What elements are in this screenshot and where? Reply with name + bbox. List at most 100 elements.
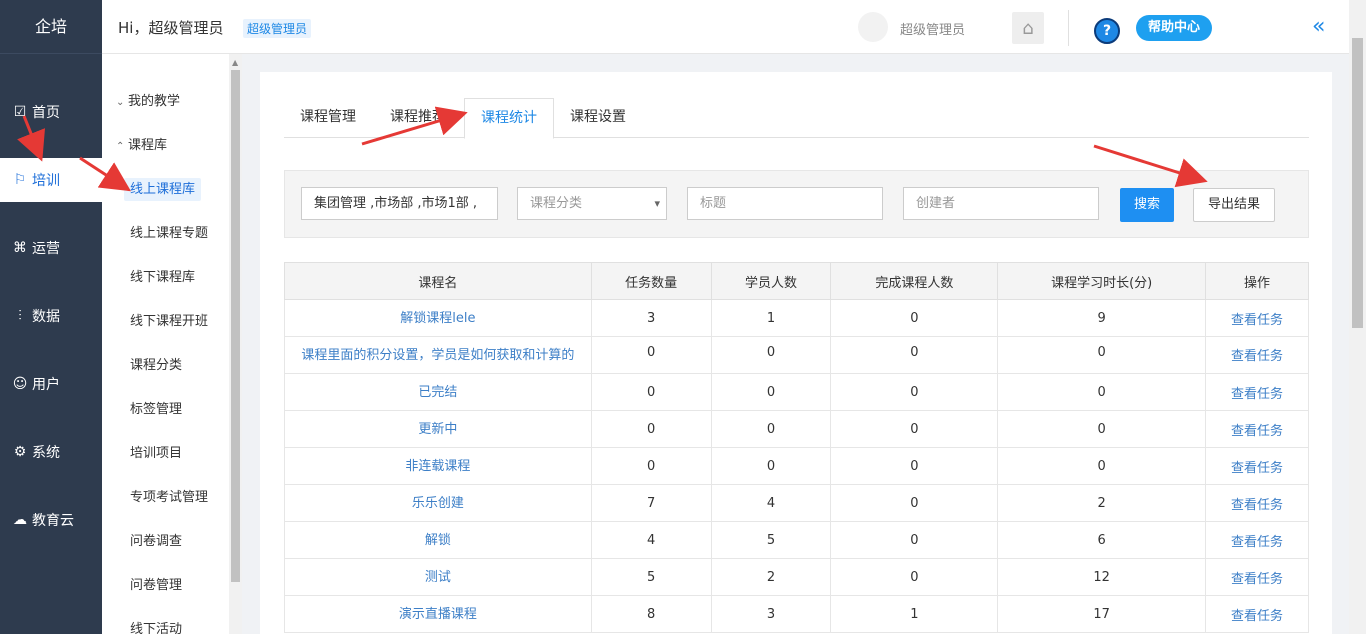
- page-scrollbar-thumb[interactable]: [1352, 38, 1363, 328]
- operations-icon: ⌘: [13, 240, 27, 256]
- view-tasks-link[interactable]: 查看任务: [1205, 373, 1309, 411]
- subnav-item-online-course-library[interactable]: 线上课程库: [102, 178, 232, 201]
- training-icon: ⚐: [13, 172, 27, 188]
- greeting-text: Hi，超级管理员: [118, 19, 224, 37]
- organization-select[interactable]: 集团管理 ,市场部 ,市场1部 ,: [301, 187, 498, 220]
- subnav-item-exam-management[interactable]: 专项考试管理: [102, 486, 232, 505]
- subnav-item-online-topics[interactable]: 线上课程专题: [102, 222, 232, 241]
- student-count-cell: 0: [710, 373, 832, 411]
- nav-item-label: 用户: [32, 377, 60, 393]
- chevron-down-icon: ⌄: [116, 97, 125, 108]
- course-name-link[interactable]: 非连载课程: [284, 447, 592, 485]
- task-count-cell: 5: [590, 558, 712, 596]
- table-row: 演示直播课程 8 3 1 17 查看任务: [284, 595, 1309, 633]
- study-minutes-cell: 0: [997, 447, 1207, 485]
- nav-item-home[interactable]: ☑ 首页: [0, 90, 102, 134]
- nav-item-operations[interactable]: ⌘ 运营: [0, 226, 102, 270]
- course-name-link[interactable]: 更新中: [284, 410, 592, 448]
- filter-bar: 集团管理 ,市场部 ,市场1部 , 课程分类 标题 创建者 搜索 导出结果: [284, 170, 1309, 238]
- subnav-item-training-projects[interactable]: 培训项目: [102, 442, 232, 461]
- main-content: 课程管理 课程推荐 课程统计 课程设置 集团管理 ,市场部 ,市场1部 , 课程…: [260, 72, 1332, 634]
- subnav-item-survey[interactable]: 问卷调查: [102, 530, 232, 549]
- course-name-link[interactable]: 测试: [284, 558, 592, 596]
- avatar[interactable]: [858, 12, 888, 42]
- view-tasks-link[interactable]: 查看任务: [1205, 484, 1309, 522]
- view-tasks-link[interactable]: 查看任务: [1205, 336, 1309, 374]
- home-button[interactable]: ⌂: [1012, 12, 1044, 44]
- task-count-cell: 7: [590, 484, 712, 522]
- subnav-item-offline-classes[interactable]: 线下课程开班: [102, 310, 232, 329]
- subnav-scrollbar-thumb[interactable]: [231, 70, 240, 582]
- view-tasks-link[interactable]: 查看任务: [1205, 521, 1309, 559]
- subnav-item-tag-management[interactable]: 标签管理: [102, 398, 232, 417]
- course-name-link[interactable]: 乐乐创建: [284, 484, 592, 522]
- nav-item-training[interactable]: ⚐ 培训: [0, 158, 102, 202]
- student-count-cell: 0: [710, 410, 832, 448]
- help-question-icon[interactable]: ?: [1094, 18, 1120, 44]
- column-header-actions: 操作: [1205, 262, 1309, 300]
- study-minutes-cell: 2: [997, 484, 1207, 522]
- task-count-cell: 0: [590, 410, 712, 448]
- table-row: 更新中 0 0 0 0 查看任务: [284, 410, 1309, 448]
- course-name-link[interactable]: 课程里面的积分设置，学员是如何获取和计算的: [284, 336, 592, 374]
- tab-course-settings[interactable]: 课程设置: [554, 98, 642, 138]
- collapse-sidebar-icon[interactable]: «: [1312, 14, 1325, 39]
- subnav-item-course-category[interactable]: 课程分类: [102, 354, 232, 373]
- study-minutes-cell: 0: [997, 373, 1207, 411]
- table-row: 课程里面的积分设置，学员是如何获取和计算的 0 0 0 0 查看任务: [284, 336, 1309, 374]
- nav-item-data[interactable]: ⫶ 数据: [0, 294, 102, 338]
- help-center-button[interactable]: 帮助中心: [1136, 15, 1213, 41]
- view-tasks-link[interactable]: 查看任务: [1205, 299, 1309, 337]
- completed-count-cell: 0: [830, 299, 999, 337]
- view-tasks-link[interactable]: 查看任务: [1205, 595, 1309, 633]
- course-category-select[interactable]: 课程分类: [517, 187, 667, 220]
- nav-item-users[interactable]: ☺ 用户: [0, 362, 102, 406]
- role-badge: 超级管理员: [243, 19, 312, 38]
- page-scrollbar[interactable]: [1349, 0, 1366, 634]
- export-results-button[interactable]: 导出结果: [1193, 188, 1275, 222]
- course-name-link[interactable]: 已完结: [284, 373, 592, 411]
- task-count-cell: 8: [590, 595, 712, 633]
- sub-nav: ⌄ 我的教学 ⌃ 课程库 线上课程库 线上课程专题 线下课程库 线下课程开班 课程分…: [102, 54, 242, 634]
- top-header: Hi，超级管理员 超级管理员 超级管理员 ⌂ ? 帮助中心 «: [102, 0, 1366, 54]
- subnav-group-my-teaching[interactable]: ⌄ 我的教学: [102, 90, 232, 109]
- creator-input[interactable]: 创建者: [903, 187, 1099, 220]
- subnav-scrollbar[interactable]: ▲: [229, 54, 242, 634]
- study-minutes-cell: 9: [997, 299, 1207, 337]
- column-header-completed-count[interactable]: 完成课程人数: [830, 262, 999, 300]
- task-count-cell: 3: [590, 299, 712, 337]
- subnav-item-offline-library[interactable]: 线下课程库: [102, 266, 232, 285]
- nav-item-label: 教育云: [32, 513, 74, 529]
- subnav-item-survey-management[interactable]: 问卷管理: [102, 574, 232, 593]
- tab-course-management[interactable]: 课程管理: [284, 98, 372, 138]
- student-count-cell: 3: [710, 595, 832, 633]
- completed-count-cell: 0: [830, 484, 999, 522]
- username-label[interactable]: 超级管理员: [900, 19, 965, 38]
- title-input[interactable]: 标题: [687, 187, 883, 220]
- column-header-task-count[interactable]: 任务数量: [590, 262, 712, 300]
- table-row: 解锁课程lele 3 1 0 9 查看任务: [284, 299, 1309, 337]
- scroll-up-arrow-icon[interactable]: ▲: [232, 58, 238, 67]
- view-tasks-link[interactable]: 查看任务: [1205, 558, 1309, 596]
- tab-course-statistics[interactable]: 课程统计: [464, 98, 554, 139]
- nav-item-label: 首页: [32, 105, 60, 121]
- nav-item-edu-cloud[interactable]: ☁ 教育云: [0, 498, 102, 542]
- column-header-student-count[interactable]: 学员人数: [710, 262, 832, 300]
- search-button[interactable]: 搜索: [1120, 188, 1174, 222]
- subnav-group-course-library[interactable]: ⌃ 课程库: [102, 134, 232, 153]
- completed-count-cell: 0: [830, 410, 999, 448]
- subnav-item-offline-activities[interactable]: 线下活动: [102, 618, 232, 634]
- course-name-link[interactable]: 解锁课程lele: [284, 299, 592, 337]
- view-tasks-link[interactable]: 查看任务: [1205, 410, 1309, 448]
- tab-course-recommend[interactable]: 课程推荐: [374, 98, 462, 138]
- view-tasks-link[interactable]: 查看任务: [1205, 447, 1309, 485]
- column-header-study-minutes[interactable]: 课程学习时长(分): [997, 262, 1207, 300]
- completed-count-cell: 0: [830, 373, 999, 411]
- course-name-link[interactable]: 演示直播课程: [284, 595, 592, 633]
- course-tabs: 课程管理 课程推荐 课程统计 课程设置: [284, 98, 1309, 139]
- home-icon: ⌂: [1022, 17, 1034, 39]
- course-name-link[interactable]: 解锁: [284, 521, 592, 559]
- nav-item-system[interactable]: ⚙ 系统: [0, 430, 102, 474]
- column-header-course-name[interactable]: 课程名: [284, 262, 592, 300]
- study-minutes-cell: 0: [997, 336, 1207, 374]
